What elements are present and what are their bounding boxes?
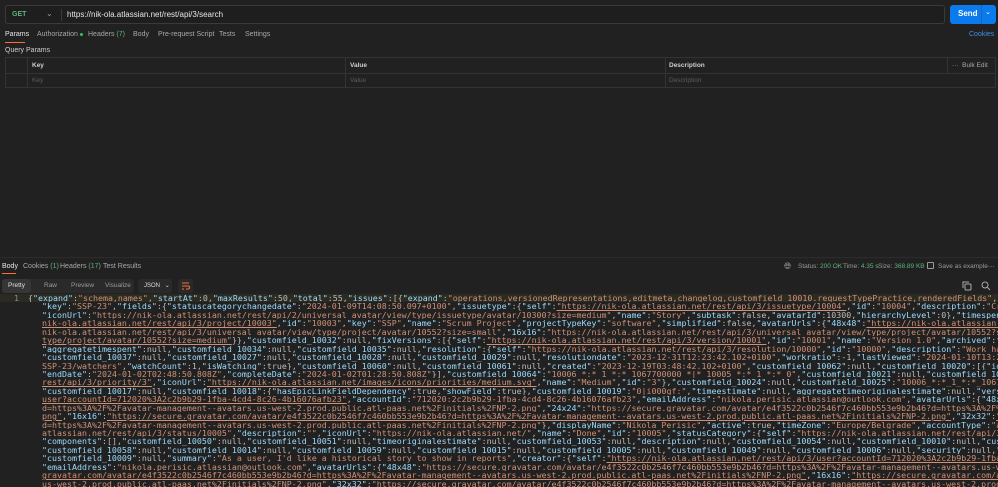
- view-preview[interactable]: Preview: [65, 279, 100, 293]
- size-readout[interactable]: Size: 368.89 KB: [878, 263, 925, 270]
- code-line: "endDate":"2024-01-02T02:48:50.808Z","co…: [42, 369, 998, 379]
- status-readout[interactable]: Status: 200 OK: [798, 263, 842, 270]
- status-value: 200 OK: [820, 263, 843, 270]
- status-dot-icon: [79, 32, 83, 36]
- copy-icon[interactable]: [962, 281, 972, 291]
- divider: [6, 73, 995, 74]
- size-label: Size:: [878, 263, 893, 270]
- code-line: rest/api/3/priority/3","iconUrl":"https:…: [42, 378, 998, 387]
- save-as-example-button[interactable]: Save as example: [938, 263, 988, 270]
- query-params-table: Key Value Description ··· Bulk Edit Key …: [5, 57, 996, 88]
- code-line: atlassian.net/rest/api/3/status/10005","…: [42, 429, 998, 438]
- code-line: "key":"SSP-23","fields":{"statuscategory…: [42, 302, 998, 311]
- active-tab-indicator: [2, 273, 16, 274]
- code-line: "customfield_10009":null,"summary":"As a…: [42, 454, 998, 463]
- url-bar: GET ⌄ https://nik-ola.atlassian.net/rest…: [5, 5, 945, 24]
- tab-count: (1): [50, 263, 59, 270]
- time-value: 4.35 s: [860, 263, 879, 270]
- code-line: nik-ola.atlassian.net/rest/api/3/univers…: [42, 327, 998, 337]
- tab-count: (7): [116, 31, 125, 38]
- status-label: Status:: [798, 263, 819, 270]
- divider: [981, 5, 982, 24]
- view-visualize[interactable]: Visualize: [99, 279, 137, 293]
- bulk-edit-label: Bulk Edit: [962, 62, 988, 69]
- url-input[interactable]: https://nik-ola.atlassian.net/rest/api/3…: [67, 10, 223, 19]
- code-line: png","16x16":"https://secure.gravatar.co…: [42, 412, 998, 421]
- globe-icon[interactable]: 🌐︎: [784, 261, 791, 272]
- more-icon[interactable]: ···: [988, 263, 995, 270]
- column-header-key: Key: [32, 62, 44, 69]
- tab-count: (17): [88, 263, 101, 270]
- tab-headers[interactable]: Headers (7): [88, 31, 125, 38]
- code-line: gravatar.com/avatar/e4f3522c0b2546f7c460…: [42, 471, 998, 480]
- code-line: us-west-2.prod.public.atl-paas.net%2Fini…: [42, 479, 998, 487]
- code-line: "aggregatetimespent":null,"customfield_1…: [42, 344, 998, 354]
- divider: [61, 9, 62, 21]
- value-input[interactable]: Value: [350, 77, 366, 84]
- divider: [27, 58, 28, 87]
- tab-settings[interactable]: Settings: [245, 31, 270, 38]
- search-icon[interactable]: [981, 281, 991, 291]
- method-select[interactable]: GET: [12, 11, 26, 18]
- more-icon: ···: [952, 62, 959, 69]
- divider: [345, 58, 346, 87]
- code-line: "customfield_10017":null,"customfield_10…: [42, 386, 998, 396]
- view-mode-selector: Pretty Raw Preview Visualize: [2, 279, 134, 293]
- size-value: 368.89 KB: [894, 263, 925, 270]
- code-line: SSP-23/watchers","watchCount":1,"isWatch…: [42, 361, 998, 370]
- divider: [0, 257, 998, 258]
- format-value: JSON: [144, 283, 161, 289]
- divider: [947, 58, 948, 73]
- active-tab-indicator: [5, 42, 25, 43]
- code-line: "customfield_10037":null,"customfield_10…: [42, 353, 998, 362]
- code-line: "customfield_10058":null,"customfield_10…: [42, 445, 998, 455]
- tab-body[interactable]: Body: [133, 31, 149, 38]
- code-line: "iconUrl":"https://nik-ola.atlassian.net…: [42, 310, 998, 320]
- response-tab-headers[interactable]: Headers (17): [60, 263, 101, 270]
- response-tab-body[interactable]: Body: [2, 263, 18, 270]
- key-input[interactable]: Key: [32, 77, 43, 84]
- wrap-lines-icon: [182, 282, 190, 290]
- code-line: nik-ola.atlassian.net/rest/api/3/project…: [42, 319, 998, 328]
- column-header-description: Description: [669, 62, 705, 69]
- tab-params[interactable]: Params: [5, 31, 29, 38]
- tab-pre-request-script[interactable]: Pre-request Script: [158, 31, 214, 38]
- bulk-edit-button[interactable]: ··· Bulk Edit: [952, 62, 988, 69]
- view-pretty[interactable]: Pretty: [2, 279, 31, 293]
- cookies-link[interactable]: Cookies: [969, 31, 994, 38]
- response-tab-test-results[interactable]: Test Results: [103, 263, 141, 270]
- code-line: d=https%3A%2F%2Favatar-management--avata…: [42, 420, 998, 429]
- code-line: "components":[],"customfield_10050":null…: [42, 437, 998, 446]
- tab-authorization[interactable]: Authorization: [37, 31, 83, 38]
- description-input[interactable]: Description: [669, 77, 702, 84]
- response-body-editor[interactable]: 1 {"expand":"schema,names","startAt":0,"m…: [0, 294, 998, 487]
- line-number: 1: [14, 294, 19, 303]
- tab-label: Authorization: [37, 31, 78, 38]
- format-select[interactable]: JSON ⌄: [138, 279, 172, 293]
- wrap-lines-button[interactable]: [178, 279, 193, 293]
- send-button[interactable]: Send ⌄: [950, 5, 996, 24]
- view-raw[interactable]: Raw: [38, 279, 63, 293]
- send-label: Send: [958, 9, 978, 18]
- code-line: user?accountId=712020%3A2c2b9b29-1fba-4c…: [42, 395, 998, 404]
- chevron-down-icon[interactable]: ⌄: [46, 9, 53, 18]
- column-header-value: Value: [350, 62, 367, 69]
- query-params-title: Query Params: [5, 47, 51, 54]
- tab-label: Headers: [60, 263, 87, 270]
- save-icon: [927, 262, 934, 269]
- time-label: Time:: [843, 263, 860, 270]
- divider: [665, 58, 666, 87]
- time-readout[interactable]: Time: 4.35 s: [843, 263, 879, 270]
- tab-label: Headers: [88, 31, 115, 38]
- code-line: type/project/avatar/10552?size=medium"}}…: [42, 336, 998, 345]
- tab-tests[interactable]: Tests: [219, 31, 235, 38]
- code-line: d=https%3A%2F%2Favatar-management--avata…: [42, 403, 998, 413]
- tab-label: Cookies: [23, 263, 49, 270]
- code-line: "emailAddress":"nikola.perisic.atlassian…: [42, 462, 998, 472]
- code-line: 1 {"expand":"schema,names","startAt":0,"m…: [0, 294, 998, 303]
- response-tab-cookies[interactable]: Cookies (1): [23, 263, 59, 270]
- chevron-down-icon[interactable]: ⌄: [985, 8, 991, 16]
- chevron-down-icon: ⌄: [164, 283, 170, 289]
